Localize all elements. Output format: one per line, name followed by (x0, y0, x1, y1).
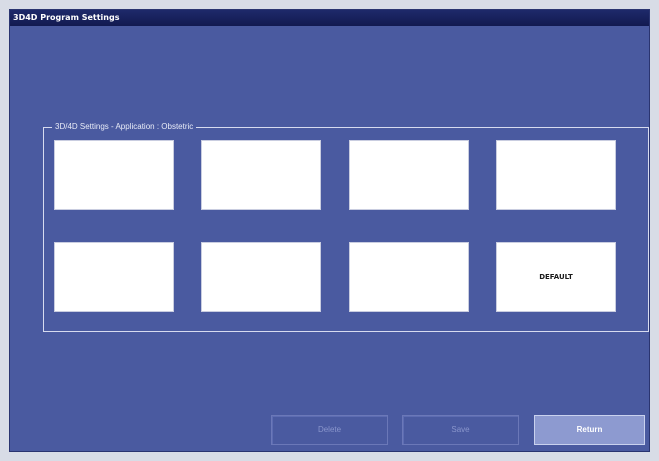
window-title: 3D4D Program Settings (10, 10, 649, 26)
settings-group-label: 3D/4D Settings - Application : Obstetric (52, 121, 197, 133)
preset-slot-4[interactable] (496, 140, 616, 210)
preset-slot-1[interactable] (54, 140, 174, 210)
preset-slot-6[interactable] (201, 242, 321, 312)
preset-slot-2[interactable] (201, 140, 321, 210)
preset-slot-default[interactable]: DEFAULT (496, 242, 616, 312)
return-button[interactable]: Return (534, 415, 645, 445)
save-button[interactable]: Save (402, 415, 519, 445)
preset-slot-5[interactable] (54, 242, 174, 312)
delete-button[interactable]: Delete (271, 415, 388, 445)
preset-slot-3[interactable] (349, 140, 469, 210)
preset-slot-7[interactable] (349, 242, 469, 312)
program-settings-window: 3D4D Program Settings 3D/4D Settings - A… (9, 9, 650, 452)
